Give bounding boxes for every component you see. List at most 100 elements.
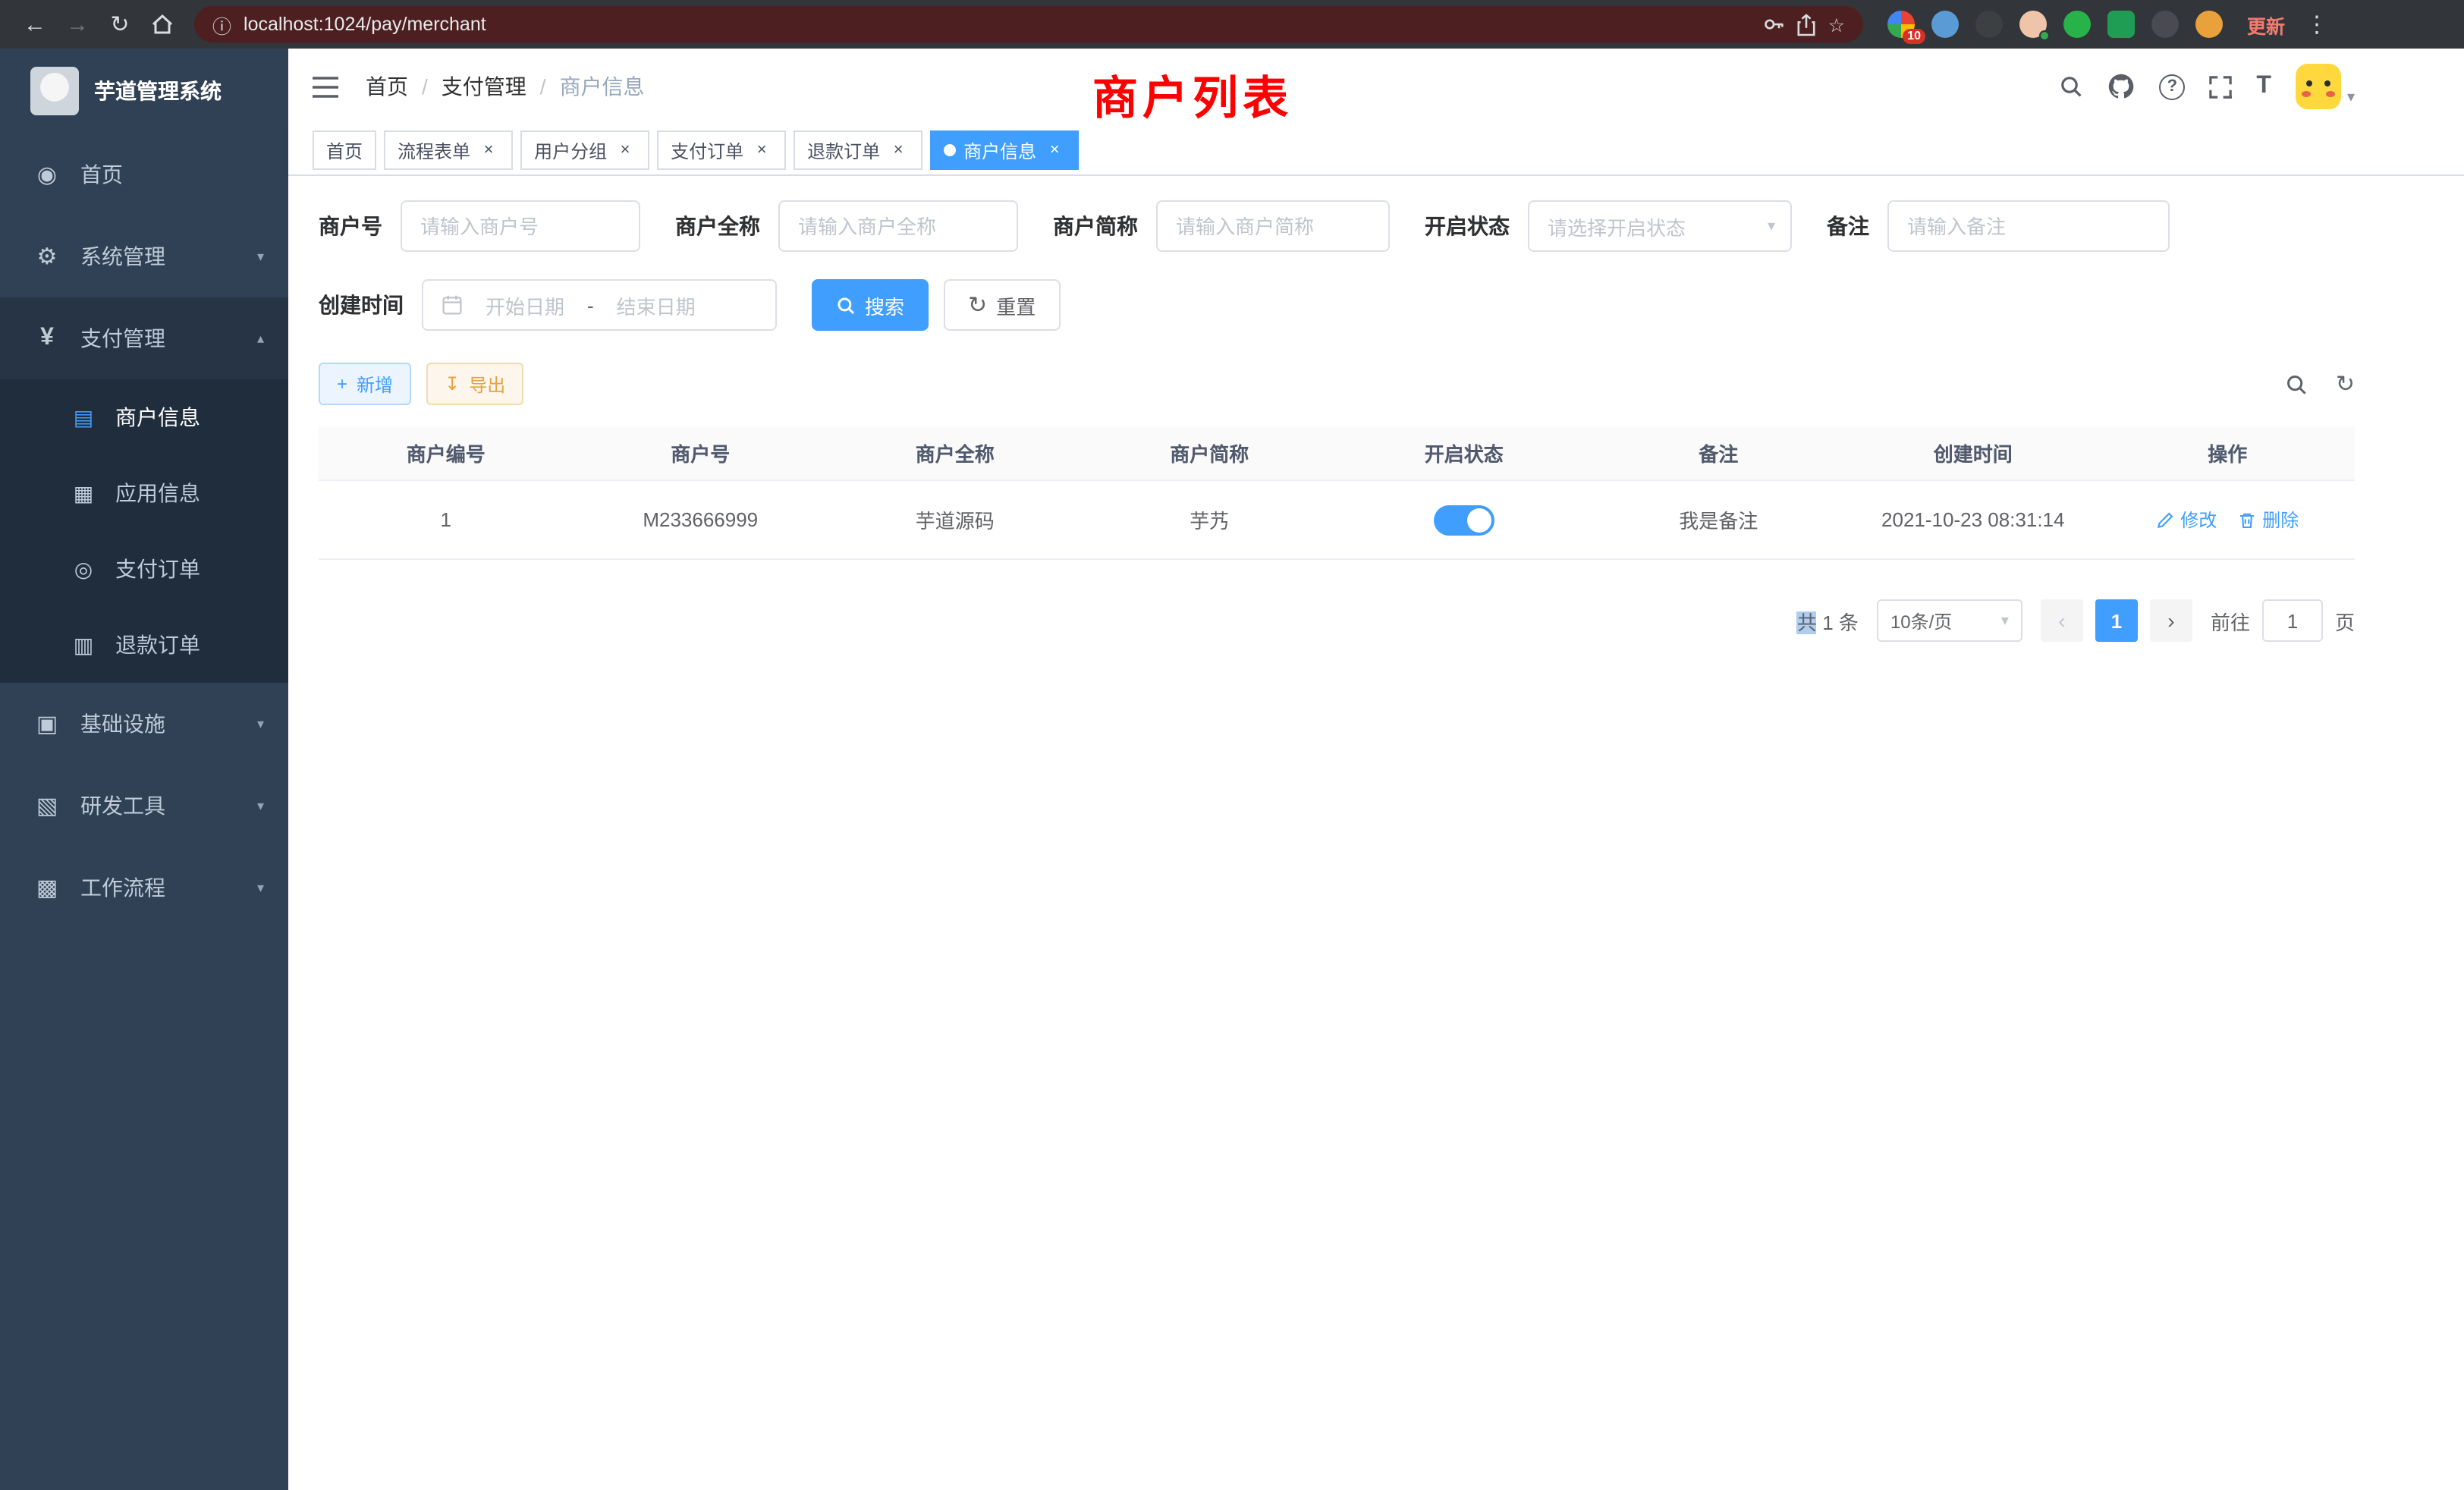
merchant-no-input[interactable] — [401, 200, 640, 252]
sidebar-item-home[interactable]: ◉ 首页 — [0, 134, 288, 215]
end-date-placeholder: 结束日期 — [609, 291, 703, 319]
chevron-down-icon: ▾ — [257, 248, 264, 265]
date-range-picker[interactable]: 开始日期 - 结束日期 — [422, 279, 777, 331]
breadcrumb-item-payment[interactable]: 支付管理 — [442, 71, 526, 102]
sidebar-subitem-label: 退款订单 — [115, 630, 200, 660]
search-icon[interactable] — [2059, 74, 2083, 99]
help-icon[interactable]: ? — [2159, 74, 2185, 99]
extension-icon-5[interactable] — [2063, 11, 2091, 38]
goto-group: 前往 页 — [2211, 599, 2355, 642]
sidebar-subitem-label: 支付订单 — [115, 554, 200, 584]
add-button-label: 新增 — [357, 371, 393, 397]
status-select[interactable]: 请选择开启状态 ▾ — [1528, 200, 1792, 252]
goto-page-input[interactable] — [2262, 599, 2323, 642]
sidebar-subitem-app-info[interactable]: ▦ 应用信息 — [0, 455, 288, 531]
extension-icon-6[interactable] — [2107, 11, 2135, 38]
edit-link[interactable]: 修改 — [2156, 507, 2217, 533]
dashboard-icon: ◉ — [33, 161, 61, 188]
close-icon[interactable]: × — [478, 140, 499, 161]
url-bar[interactable]: ⓘ localhost:1024/pay/merchant ☆ — [194, 6, 1863, 42]
status-toggle[interactable] — [1434, 505, 1494, 535]
sidebar-item-system-mgmt[interactable]: ⚙ 系统管理 ▾ — [0, 215, 288, 297]
next-page-button[interactable]: › — [2150, 599, 2192, 642]
remark-input[interactable] — [1887, 200, 2170, 252]
add-button[interactable]: + 新增 — [319, 363, 411, 405]
page-size-value: 10条/页 — [1890, 608, 1952, 633]
tab-refund-order[interactable]: 退款订单 × — [794, 130, 922, 170]
browser-menu-icon[interactable]: ⋮ — [2297, 5, 2337, 44]
font-size-icon[interactable]: T — [2256, 73, 2271, 100]
prev-page-button[interactable]: ‹ — [2041, 599, 2083, 642]
sidebar-item-payment-mgmt[interactable]: ¥ 支付管理 ▴ — [0, 297, 288, 379]
tab-merchant-info[interactable]: 商户信息 × — [930, 130, 1079, 170]
tab-label: 商户信息 — [963, 137, 1036, 163]
url-text: localhost:1024/pay/merchant — [244, 14, 486, 35]
tab-pay-order[interactable]: 支付订单 × — [657, 130, 786, 170]
close-icon[interactable]: × — [614, 140, 636, 161]
extension-icon-1[interactable]: 10 — [1887, 11, 1915, 38]
short-name-input[interactable] — [1156, 200, 1390, 252]
gear-icon: ⚙ — [33, 243, 61, 270]
page-size-select[interactable]: 10条/页 ▾ — [1877, 599, 2022, 642]
sidebar-item-infrastructure[interactable]: ▣ 基础设施 ▾ — [0, 683, 288, 765]
sidebar-item-workflow[interactable]: ▩ 工作流程 ▾ — [0, 847, 288, 929]
sidebar-subitem-refund-order[interactable]: ▥ 退款订单 — [0, 607, 288, 683]
sidebar-item-dev-tools[interactable]: ▧ 研发工具 ▾ — [0, 765, 288, 847]
sidebar-subitem-merchant-info[interactable]: ▤ 商户信息 — [0, 379, 288, 455]
github-icon[interactable] — [2107, 73, 2135, 100]
user-menu[interactable]: ▾ — [2296, 64, 2355, 109]
refresh-icon: ↻ — [968, 291, 987, 319]
share-icon[interactable] — [1796, 13, 1816, 36]
breadcrumb: 首页 / 支付管理 / 商户信息 — [366, 71, 645, 102]
fullscreen-icon[interactable] — [2209, 75, 2232, 98]
download-icon: ↧ — [445, 373, 460, 395]
export-button[interactable]: ↧ 导出 — [426, 363, 523, 405]
delete-link-label: 删除 — [2262, 507, 2299, 533]
tab-user-group[interactable]: 用户分组 × — [520, 130, 649, 170]
reset-button[interactable]: ↻ 重置 — [944, 279, 1060, 331]
search-button[interactable]: 搜索 — [812, 279, 929, 331]
chevron-down-icon: ▾ — [257, 879, 264, 896]
home-icon[interactable] — [143, 5, 182, 44]
extension-icon-8[interactable] — [2195, 11, 2223, 38]
main-area: 首页 / 支付管理 / 商户信息 商户列表 ? — [288, 49, 2464, 1490]
cell-merchant-id: 1 — [319, 508, 574, 531]
toggle-search-icon[interactable] — [2286, 372, 2308, 395]
export-button-label: 导出 — [469, 371, 505, 397]
page-1-button[interactable]: 1 — [2095, 599, 2138, 642]
close-icon[interactable]: × — [888, 140, 909, 161]
delete-link[interactable]: 删除 — [2238, 507, 2299, 533]
cell-short-name: 芋艿 — [1083, 505, 1337, 534]
tab-flow-form[interactable]: 流程表单 × — [384, 130, 513, 170]
password-key-icon[interactable] — [1763, 14, 1784, 35]
extension-icon-3[interactable] — [1975, 11, 2003, 38]
site-info-icon[interactable]: ⓘ — [212, 10, 231, 39]
browser-update-button[interactable]: 更新 — [2247, 10, 2285, 39]
logo[interactable]: 芋道管理系统 — [0, 49, 288, 134]
column-header: 备注 — [1592, 439, 1846, 467]
bookmark-star-icon[interactable]: ☆ — [1828, 13, 1845, 36]
reload-icon[interactable]: ↻ — [100, 5, 140, 44]
pager: ‹ 1 › — [2041, 599, 2192, 642]
back-icon[interactable]: ← — [15, 5, 55, 44]
close-icon[interactable]: × — [751, 140, 772, 161]
breadcrumb-item-home[interactable]: 首页 — [366, 71, 408, 102]
calendar-icon — [442, 294, 463, 316]
page-content: 商户号 商户全称 商户简称 开启状态 请选择开启状态 — [288, 176, 2464, 1490]
close-icon[interactable]: × — [1044, 140, 1065, 161]
full-name-input[interactable] — [778, 200, 1018, 252]
app-title: 芋道管理系统 — [94, 76, 222, 106]
column-header: 商户全称 — [828, 439, 1083, 467]
extension-icon-7[interactable] — [2151, 11, 2179, 38]
sidebar-subitem-pay-order[interactable]: ◎ 支付订单 — [0, 531, 288, 607]
user-avatar[interactable] — [2296, 64, 2341, 109]
pay-order-icon: ◎ — [70, 556, 97, 582]
refresh-table-icon[interactable]: ↻ — [2336, 370, 2355, 398]
extension-icon-4[interactable] — [2019, 11, 2047, 38]
tab-home[interactable]: 首页 — [313, 130, 376, 170]
sidebar-toggle-icon[interactable] — [313, 75, 338, 98]
forward-icon[interactable]: → — [58, 5, 97, 44]
edit-pencil-icon — [2156, 511, 2174, 529]
extension-icon-2[interactable] — [1931, 11, 1959, 38]
tab-label: 首页 — [326, 137, 363, 163]
